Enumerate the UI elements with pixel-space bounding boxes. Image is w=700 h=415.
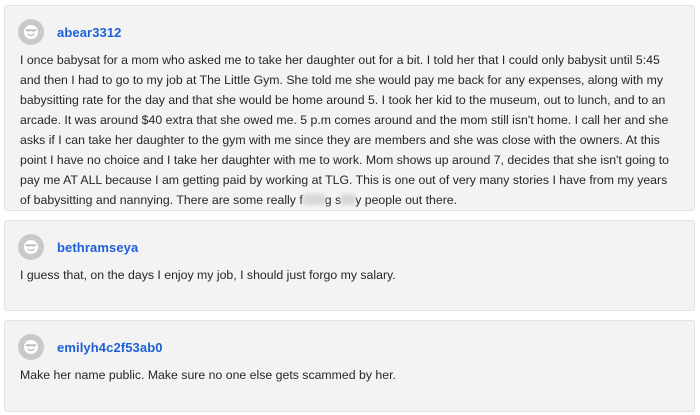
comment-text-end: y people out there. — [355, 193, 458, 207]
comment-card: abear3312 I once babysat for a mom who a… — [4, 5, 695, 211]
comment-username[interactable]: bethramseya — [57, 240, 138, 255]
comment-username[interactable]: emilyh4c2f53ab0 — [57, 340, 163, 355]
comment-body: I guess that, on the days I enjoy my job… — [20, 268, 396, 282]
avatar[interactable] — [18, 19, 44, 45]
censored-word-blur — [302, 194, 325, 205]
censored-word-blur — [341, 194, 356, 205]
comment-header: abear3312 — [18, 18, 122, 46]
comment-body: Make her name public. Make sure no one e… — [20, 368, 396, 382]
face-avatar-icon — [24, 340, 38, 354]
face-avatar-icon — [24, 25, 38, 39]
comment-text-censored-mid: g s — [324, 193, 342, 207]
avatar[interactable] — [18, 234, 44, 260]
comment-card: bethramseya I guess that, on the days I … — [4, 220, 695, 311]
avatar[interactable] — [18, 334, 44, 360]
comment-header: bethramseya — [18, 233, 138, 261]
comment-body: I once babysat for a mom who asked me to… — [20, 50, 680, 210]
comment-username[interactable]: abear3312 — [57, 25, 122, 40]
comment-text: I once babysat for a mom who asked me to… — [20, 53, 669, 207]
face-avatar-icon — [24, 240, 38, 254]
comment-card: emilyh4c2f53ab0 Make her name public. Ma… — [4, 320, 695, 412]
comment-header: emilyh4c2f53ab0 — [18, 333, 163, 361]
